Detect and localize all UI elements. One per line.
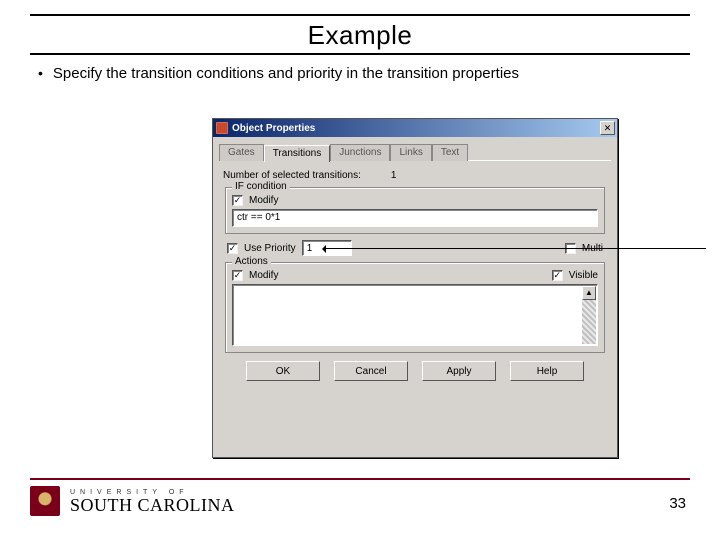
object-properties-dialog: Object Properties ✕ Gates Transitions Ju… xyxy=(212,118,618,458)
use-priority-checkbox[interactable]: ✓ xyxy=(227,243,238,254)
selected-count-label: Number of selected transitions: xyxy=(223,170,361,181)
cancel-button[interactable]: Cancel xyxy=(334,361,408,381)
use-priority-label: Use Priority xyxy=(244,243,296,254)
condition-input[interactable]: ctr == 0*1 xyxy=(232,209,598,227)
page-number: 33 xyxy=(669,495,686,512)
dialog-title: Object Properties xyxy=(232,123,600,134)
tab-text[interactable]: Text xyxy=(432,144,468,161)
scroll-up-icon[interactable]: ▲ xyxy=(582,286,596,300)
actions-textarea[interactable]: ▲ xyxy=(232,284,598,346)
usc-crest-icon xyxy=(30,486,60,516)
modify-condition-label: Modify xyxy=(249,195,278,206)
dialog-buttons: OK Cancel Apply Help xyxy=(223,361,607,381)
actions-legend: Actions xyxy=(232,256,271,267)
tab-panel: Number of selected transitions: 1 IF con… xyxy=(219,160,611,385)
page-title: Example xyxy=(30,20,690,51)
dialog-titlebar[interactable]: Object Properties ✕ xyxy=(213,119,617,137)
top-rule xyxy=(30,14,690,16)
selected-count-value: 1 xyxy=(391,170,397,181)
close-icon[interactable]: ✕ xyxy=(600,121,615,135)
slide-footer: UNIVERSITY OF SOUTH CAROLINA xyxy=(30,478,690,516)
bullet-dot: • xyxy=(38,65,43,84)
modify-actions-checkbox[interactable]: ✓ xyxy=(232,270,243,281)
bullet-text: Specify the transition conditions and pr… xyxy=(53,65,519,84)
rule-under-title xyxy=(30,53,690,55)
apply-button[interactable]: Apply xyxy=(422,361,496,381)
tab-transitions[interactable]: Transitions xyxy=(264,145,331,162)
tab-links[interactable]: Links xyxy=(390,144,431,161)
app-icon xyxy=(216,122,228,134)
ok-button[interactable]: OK xyxy=(246,361,320,381)
modify-actions-label: Modify xyxy=(249,270,278,281)
usc-wordmark: UNIVERSITY OF SOUTH CAROLINA xyxy=(70,489,235,514)
bullet-item: • Specify the transition conditions and … xyxy=(38,65,690,84)
uni-main-text: SOUTH CAROLINA xyxy=(70,496,235,514)
visible-label: Visible xyxy=(569,270,598,281)
modify-condition-checkbox[interactable]: ✓ xyxy=(232,195,243,206)
visible-checkbox[interactable]: ✓ xyxy=(552,270,563,281)
tab-gates[interactable]: Gates xyxy=(219,144,264,161)
actions-fieldset: Actions ✓ Modify ✓ Visible ▲ xyxy=(225,262,605,353)
footer-rule xyxy=(30,478,690,480)
help-button[interactable]: Help xyxy=(510,361,584,381)
tab-junctions[interactable]: Junctions xyxy=(330,144,390,161)
if-condition-fieldset: IF condition ✓ Modify ctr == 0*1 xyxy=(225,187,605,234)
if-condition-legend: IF condition xyxy=(232,181,290,192)
annotation-arrow xyxy=(326,248,706,249)
selected-count-row: Number of selected transitions: 1 xyxy=(223,170,607,181)
tab-strip: Gates Transitions Junctions Links Text xyxy=(219,143,611,160)
scrollbar-track[interactable] xyxy=(582,300,596,344)
